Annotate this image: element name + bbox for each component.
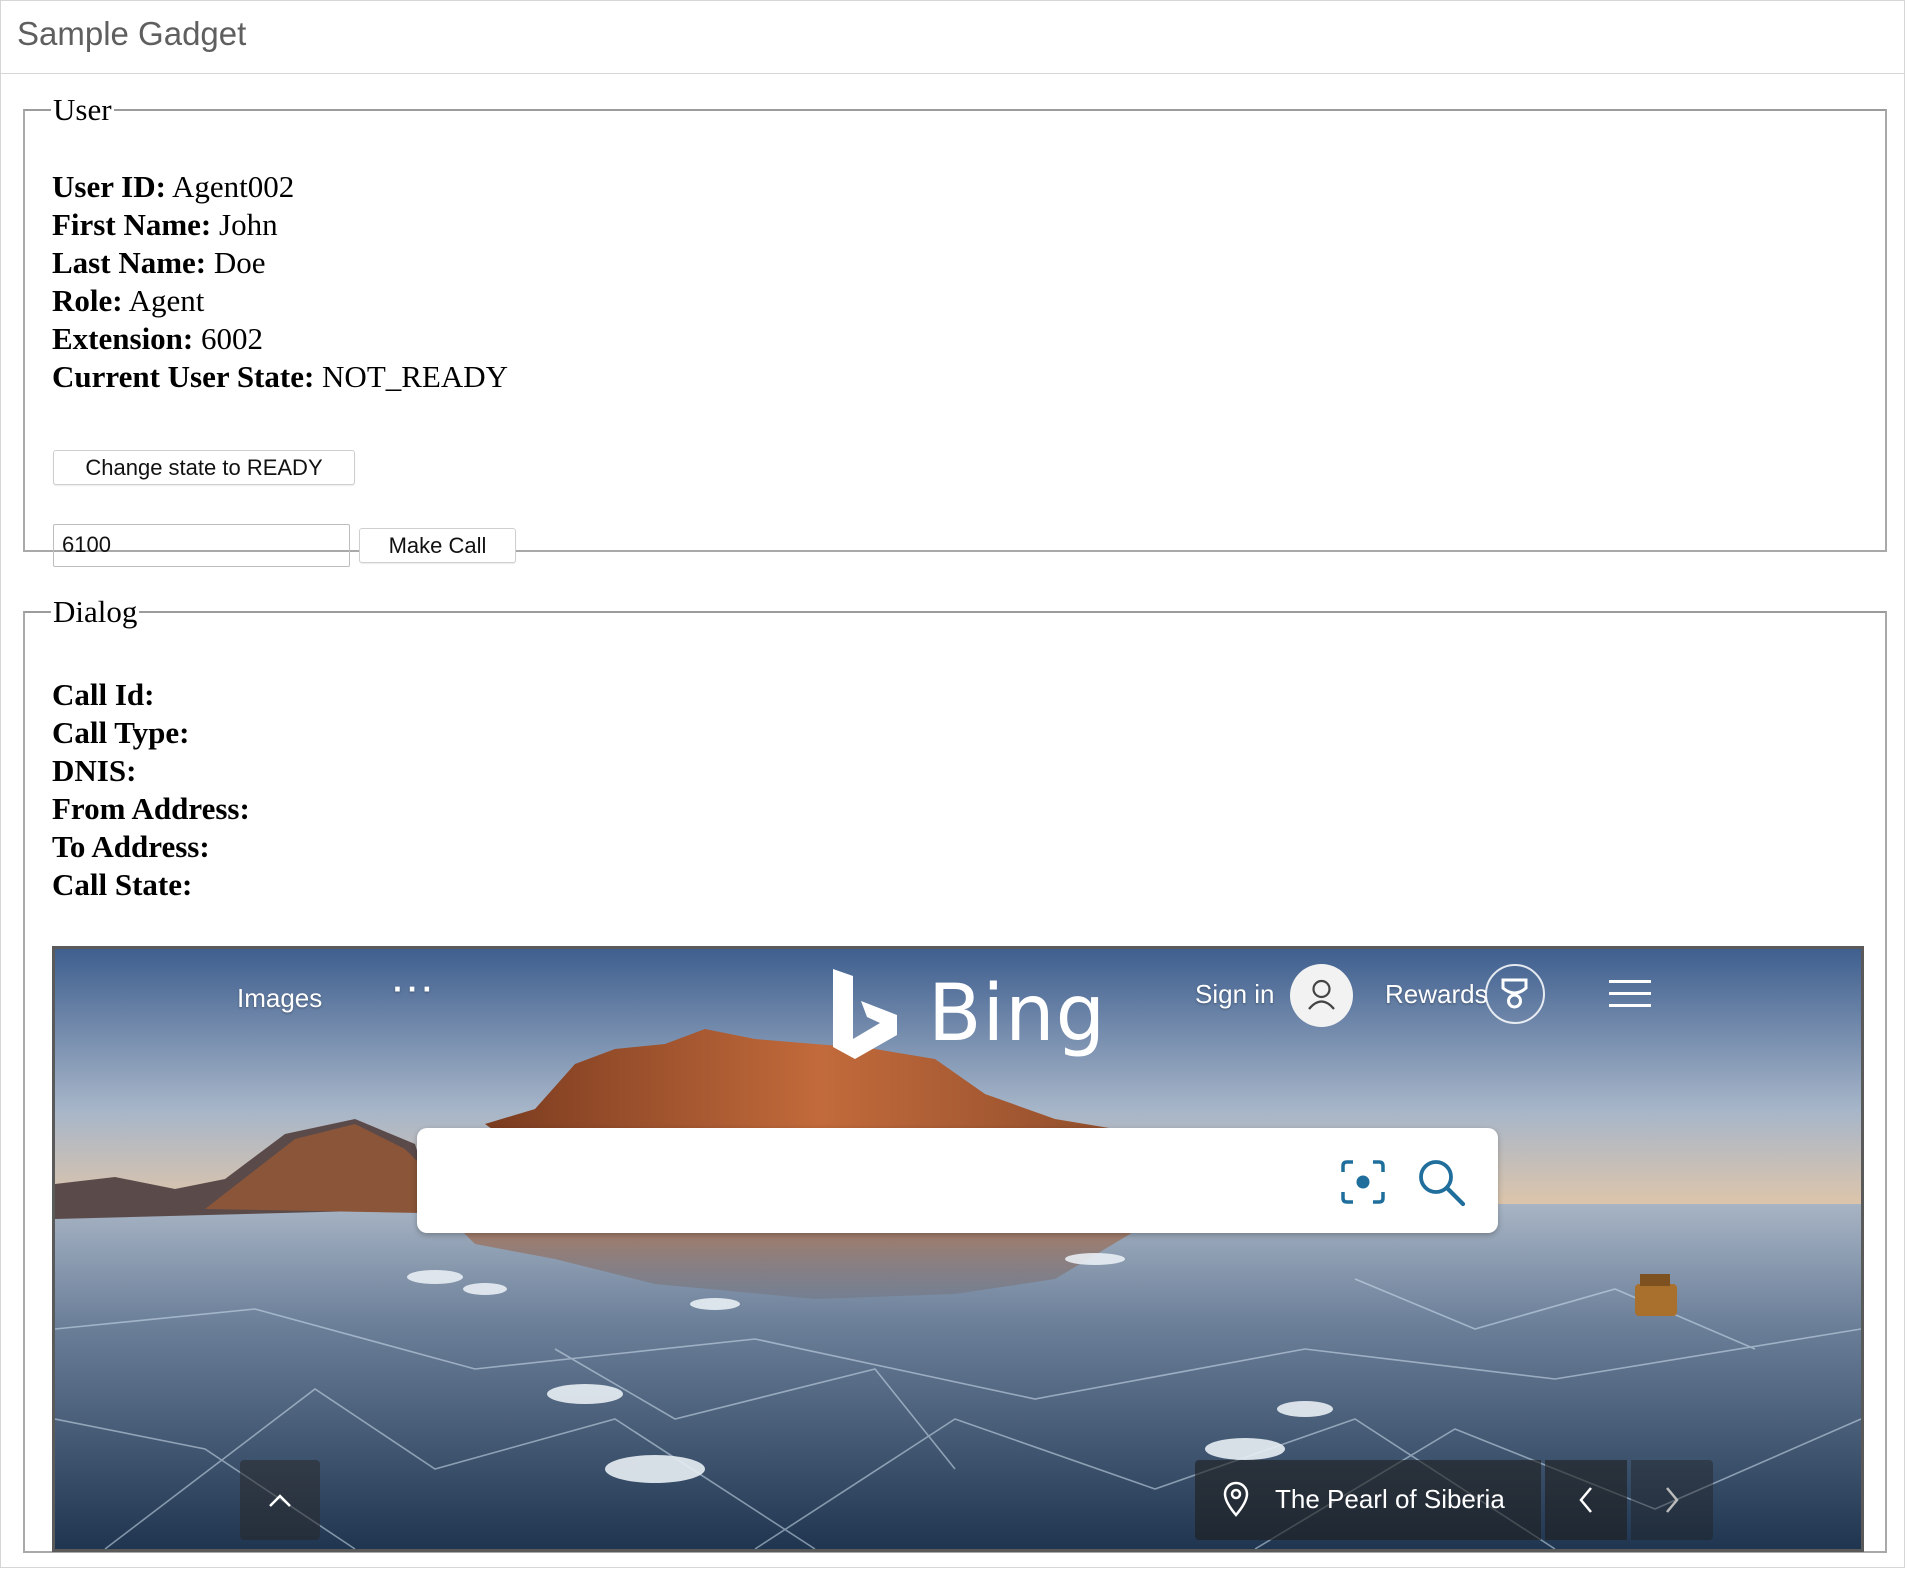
rewards-link[interactable]: Rewards (1385, 979, 1488, 1010)
bing-logo-text: Bing (928, 969, 1107, 1059)
dnis-row: DNIS: (52, 752, 250, 790)
trophy-icon[interactable] (1485, 964, 1545, 1024)
images-link[interactable]: Images (237, 983, 322, 1014)
field-label: Extension: (52, 321, 194, 356)
dialog-legend: Dialog (53, 594, 138, 629)
first-name-row: First Name: John (52, 206, 508, 244)
search-icon[interactable] (1415, 1156, 1467, 1208)
change-state-button[interactable]: Change state to READY (53, 450, 355, 485)
field-label: Call Type: (52, 715, 190, 750)
bing-iframe[interactable]: Images ··· Bing Sign in Rewards The Pear… (52, 946, 1864, 1552)
more-menu[interactable]: ··· (393, 971, 437, 1008)
location-pin-icon (1223, 1481, 1249, 1517)
field-label: To Address: (52, 829, 210, 864)
search-input[interactable] (417, 1128, 1498, 1233)
field-label: Call State: (52, 867, 193, 902)
dialog-fieldset: Dialog Call Id: Call Type: DNIS: From Ad… (23, 594, 1887, 1553)
user-fieldset: User User ID: Agent002 First Name: John … (23, 92, 1887, 567)
last-name-row: Last Name: Doe (52, 244, 508, 282)
field-label: Current User State: (52, 359, 315, 394)
field-label: DNIS: (52, 753, 137, 788)
field-value: 6002 (201, 321, 263, 356)
chevron-right-icon (1666, 1487, 1679, 1513)
image-caption[interactable]: The Pearl of Siberia (1195, 1460, 1541, 1540)
user-info-list: User ID: Agent002 First Name: John Last … (52, 168, 508, 396)
field-label: Last Name: (52, 245, 207, 280)
visual-search-icon[interactable] (1339, 1158, 1387, 1206)
gadget-container: Sample Gadget User User ID: Agent002 Fir… (0, 0, 1905, 1568)
caption-text: The Pearl of Siberia (1275, 1484, 1505, 1514)
from-address-row: From Address: (52, 790, 250, 828)
next-image-button[interactable] (1631, 1460, 1713, 1540)
call-state-row: Call State: (52, 866, 250, 904)
field-label: User ID: (52, 169, 166, 204)
scroll-up-button[interactable] (240, 1460, 320, 1540)
chevron-up-icon (269, 1494, 291, 1507)
extension-row: Extension: 6002 (52, 320, 508, 358)
field-label: From Address: (52, 791, 250, 826)
field-value: Doe (213, 245, 266, 280)
gadget-title: Sample Gadget (17, 15, 247, 52)
to-address-row: To Address: (52, 828, 250, 866)
user-avatar-icon[interactable] (1290, 964, 1353, 1027)
make-call-button[interactable]: Make Call (359, 528, 516, 563)
field-label: Call Id: (52, 677, 155, 712)
field-label: First Name: (52, 207, 212, 242)
field-value: Agent002 (171, 169, 295, 204)
dialog-info-list: Call Id: Call Type: DNIS: From Address: … (52, 676, 250, 904)
user-state-row: Current User State: NOT_READY (52, 358, 508, 396)
gadget-header: Sample Gadget (1, 1, 1904, 74)
field-value: Agent (128, 283, 205, 318)
user-legend: User (53, 92, 112, 127)
field-value: NOT_READY (322, 359, 509, 394)
chevron-left-icon (1579, 1487, 1592, 1513)
dial-number-input[interactable]: 6100 (53, 524, 350, 567)
role-row: Role: Agent (52, 282, 508, 320)
sign-in-link[interactable]: Sign in (1195, 979, 1275, 1010)
previous-image-button[interactable] (1545, 1460, 1627, 1540)
call-type-row: Call Type: (52, 714, 250, 752)
hamburger-menu-icon[interactable] (1609, 979, 1651, 1009)
call-id-row: Call Id: (52, 676, 250, 714)
field-label: Role: (52, 283, 123, 318)
field-value: John (219, 207, 278, 242)
user-id-row: User ID: Agent002 (52, 168, 508, 206)
